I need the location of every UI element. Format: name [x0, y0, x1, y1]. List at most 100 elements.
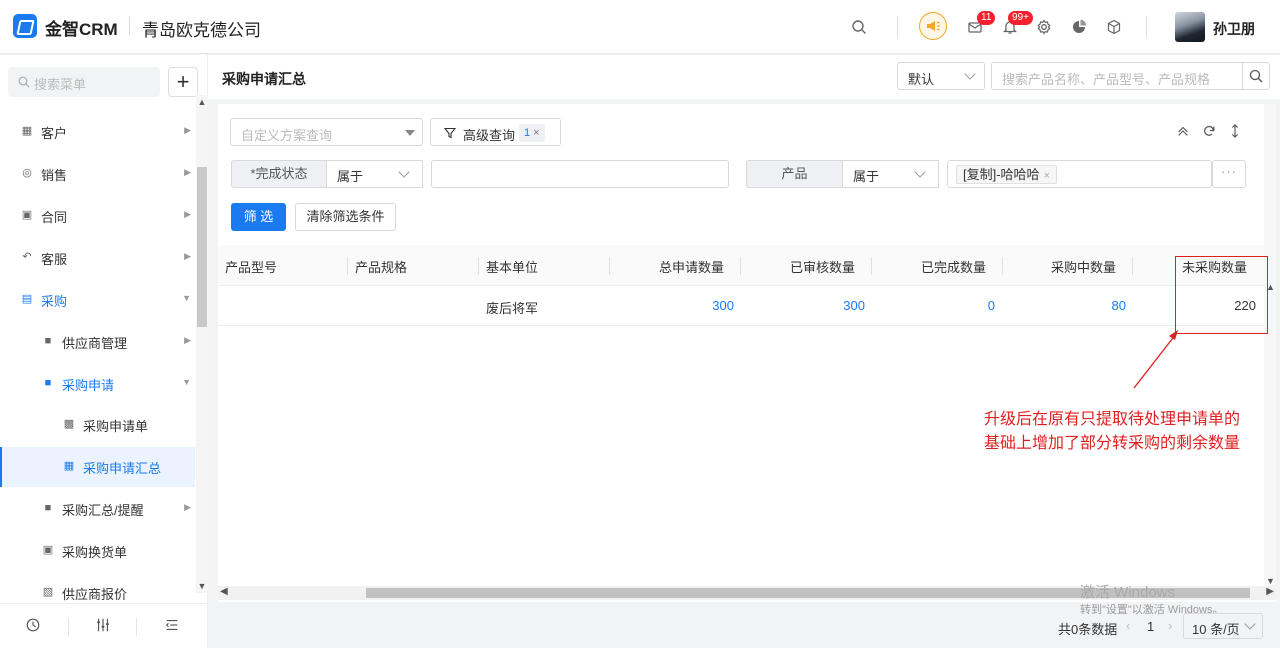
- settings-sliders-icon[interactable]: [95, 617, 113, 635]
- avatar[interactable]: [1175, 12, 1205, 42]
- gear-icon[interactable]: [1034, 17, 1054, 37]
- sidebar: 搜索菜单 + ▦ 客户 ▶ ◎ 销售 ▶ ▣ 合同 ▶ ↶ 客服 ▶ ▤ 采购 …: [0, 55, 208, 648]
- column-header-spec[interactable]: 产品规格: [355, 257, 407, 276]
- column-header-unit[interactable]: 基本单位: [486, 257, 538, 276]
- annotation-line: 升级后在原有只提取待处理申请单的: [984, 409, 1241, 428]
- cell-purchasing[interactable]: 80: [1056, 298, 1126, 313]
- divider: [1002, 257, 1003, 275]
- sidebar-item-label: 客户: [41, 126, 68, 141]
- search-icon[interactable]: [849, 17, 869, 37]
- column-header-purchasing[interactable]: 采购中数量: [1051, 257, 1116, 276]
- close-icon[interactable]: ×: [533, 127, 539, 139]
- tag-label: [复制]-哈哈哈: [963, 167, 1040, 182]
- table-row[interactable]: 废后将军 300 300 0 80 220: [218, 286, 1276, 326]
- sidebar-scrollbar[interactable]: ▲ ▼: [196, 95, 208, 593]
- current-page[interactable]: 1: [1147, 619, 1154, 634]
- filter-button[interactable]: 筛 选: [231, 203, 286, 231]
- cell-approved[interactable]: 300: [795, 298, 865, 313]
- sidebar-item-purchase-summary-reminder[interactable]: ■ 采购汇总/提醒 ▶: [0, 489, 195, 529]
- promo-icon[interactable]: [919, 12, 947, 40]
- column-header-completed[interactable]: 已完成数量: [921, 257, 986, 276]
- completion-status-value-input[interactable]: [431, 160, 729, 188]
- sidebar-item-purchase-request-summary[interactable]: ▦ 采购申请汇总: [0, 447, 195, 487]
- chevron-right-icon: ▶: [184, 167, 191, 177]
- chevron-right-icon: ▶: [184, 125, 191, 135]
- sidebar-item-label: 销售: [41, 168, 68, 183]
- sidebar-item-label: 合同: [41, 210, 68, 225]
- clear-filters-button[interactable]: 清除筛选条件: [295, 203, 396, 231]
- history-icon[interactable]: [25, 617, 43, 635]
- product-value-input[interactable]: [复制]-哈哈哈 ×: [947, 160, 1212, 188]
- scroll-left-icon[interactable]: ◀: [220, 586, 228, 597]
- folder-icon: ■: [44, 335, 52, 347]
- view-select[interactable]: 默认: [897, 62, 985, 90]
- chevron-right-icon: ▶: [184, 335, 191, 345]
- summary-icon: ▦: [63, 460, 75, 472]
- prev-page-icon[interactable]: ‹: [1126, 618, 1130, 633]
- sidebar-item-supplier-management[interactable]: ■ 供应商管理 ▶: [0, 322, 195, 362]
- divider: [68, 618, 69, 636]
- scroll-down-icon[interactable]: ▼: [197, 581, 207, 591]
- form-icon: ▩: [63, 418, 75, 430]
- filter-operator-value: 属于: [853, 169, 880, 184]
- sidebar-item-label: 采购申请单: [83, 419, 149, 434]
- page-size-value: 10 条/页: [1192, 622, 1240, 637]
- add-menu-button[interactable]: +: [168, 67, 198, 97]
- sidebar-item-purchase-request[interactable]: ■ 采购申请 ▼: [0, 364, 195, 404]
- search-placeholder: 搜索产品名称、产品型号、产品规格: [1002, 72, 1211, 87]
- sales-icon: ◎: [22, 167, 32, 179]
- sidebar-item-purchase[interactable]: ▤ 采购 ▼: [0, 280, 195, 320]
- column-height-icon[interactable]: [1228, 124, 1244, 140]
- company-name[interactable]: 青岛欧克德公司: [142, 16, 261, 41]
- cell-unit: 废后将军: [486, 301, 539, 316]
- cell-total[interactable]: 300: [664, 298, 734, 313]
- sidebar-item-service[interactable]: ↶ 客服 ▶: [0, 238, 195, 278]
- column-header-total[interactable]: 总申请数量: [659, 257, 724, 276]
- pie-chart-icon[interactable]: [1069, 17, 1089, 37]
- sidebar-item-contract[interactable]: ▣ 合同 ▶: [0, 196, 195, 236]
- scroll-up-icon[interactable]: ▲: [197, 97, 207, 107]
- column-header-model[interactable]: 产品型号: [225, 257, 277, 276]
- product-search-input[interactable]: 搜索产品名称、产品型号、产品规格: [991, 62, 1243, 90]
- cube-icon[interactable]: [1104, 17, 1124, 37]
- page-size-select[interactable]: 10 条/页: [1183, 613, 1263, 639]
- more-options-button[interactable]: ···: [1212, 160, 1246, 188]
- advanced-query-button[interactable]: 高级查询 1 ×: [430, 118, 561, 146]
- activation-watermark-title: 激活 Windows: [1080, 584, 1176, 601]
- notification-badge: 99+: [1008, 11, 1033, 25]
- scroll-down-icon[interactable]: ▼: [1266, 576, 1275, 586]
- advanced-query-count[interactable]: 1 ×: [519, 124, 545, 142]
- chevron-down-icon: [964, 68, 976, 80]
- product-tag[interactable]: [复制]-哈哈哈 ×: [956, 165, 1057, 184]
- brand-name: 金智CRM: [45, 20, 118, 39]
- main-panel: 自定义方案查询 高级查询 1 × *完成状态 属于 产品 属于 [复制]-哈哈哈 ×…: [218, 104, 1276, 602]
- refresh-icon[interactable]: [1202, 124, 1218, 140]
- exchange-icon: ▣: [42, 544, 54, 556]
- cell-completed[interactable]: 0: [925, 298, 995, 313]
- chevron-down-icon: ▼: [182, 293, 191, 303]
- sidebar-item-sales[interactable]: ◎ 销售 ▶: [0, 154, 195, 194]
- username[interactable]: 孙卫朋: [1213, 19, 1255, 39]
- folder-icon: ■: [44, 377, 52, 389]
- chevron-down-icon: [914, 166, 926, 178]
- column-header-approved[interactable]: 已审核数量: [790, 257, 855, 276]
- sidebar-item-purchase-request-form[interactable]: ▩ 采购申请单: [0, 405, 195, 445]
- scrollbar-thumb[interactable]: [197, 167, 207, 327]
- menu-search-input[interactable]: 搜索菜单: [8, 67, 160, 97]
- table-vertical-scrollbar[interactable]: ▲ ▼: [1264, 104, 1276, 586]
- search-button[interactable]: [1242, 62, 1270, 90]
- custom-scheme-select[interactable]: 自定义方案查询: [230, 118, 423, 146]
- sidebar-item-purchase-exchange[interactable]: ▣ 采购换货单: [0, 531, 195, 571]
- next-page-icon[interactable]: ›: [1168, 618, 1172, 633]
- sidebar-item-customer[interactable]: ▦ 客户 ▶: [0, 112, 195, 152]
- filter-icon: [444, 127, 456, 139]
- collapse-up-icon[interactable]: [1176, 124, 1192, 140]
- filter-field-completion-status: *完成状态: [231, 160, 327, 188]
- divider: [740, 257, 741, 275]
- close-icon[interactable]: ×: [1044, 170, 1050, 182]
- scroll-right-icon[interactable]: ▶: [1266, 586, 1274, 597]
- collapse-menu-icon[interactable]: [164, 617, 182, 635]
- divider: [609, 257, 610, 275]
- filter-operator-select[interactable]: 属于: [327, 160, 423, 188]
- filter-operator-select[interactable]: 属于: [843, 160, 939, 188]
